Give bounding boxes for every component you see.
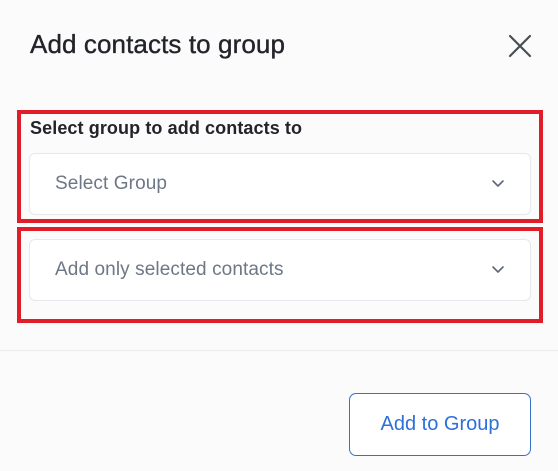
contacts-scope-select[interactable]: Add only selected contacts bbox=[29, 239, 531, 301]
close-icon bbox=[508, 34, 532, 58]
group-field-label: Select group to add contacts to bbox=[30, 118, 303, 138]
add-contacts-dialog: Add contacts to group Select group to ad… bbox=[0, 0, 558, 471]
chevron-down-icon bbox=[491, 265, 505, 275]
dialog-title: Add contacts to group bbox=[30, 29, 286, 59]
group-select[interactable]: Select Group bbox=[29, 153, 531, 215]
close-button[interactable] bbox=[506, 32, 534, 60]
footer-divider bbox=[0, 350, 558, 351]
group-select-value: Select Group bbox=[55, 173, 168, 194]
contacts-scope-value: Add only selected contacts bbox=[55, 259, 284, 280]
chevron-down-icon bbox=[491, 179, 505, 189]
add-to-group-button[interactable]: Add to Group bbox=[349, 393, 531, 456]
